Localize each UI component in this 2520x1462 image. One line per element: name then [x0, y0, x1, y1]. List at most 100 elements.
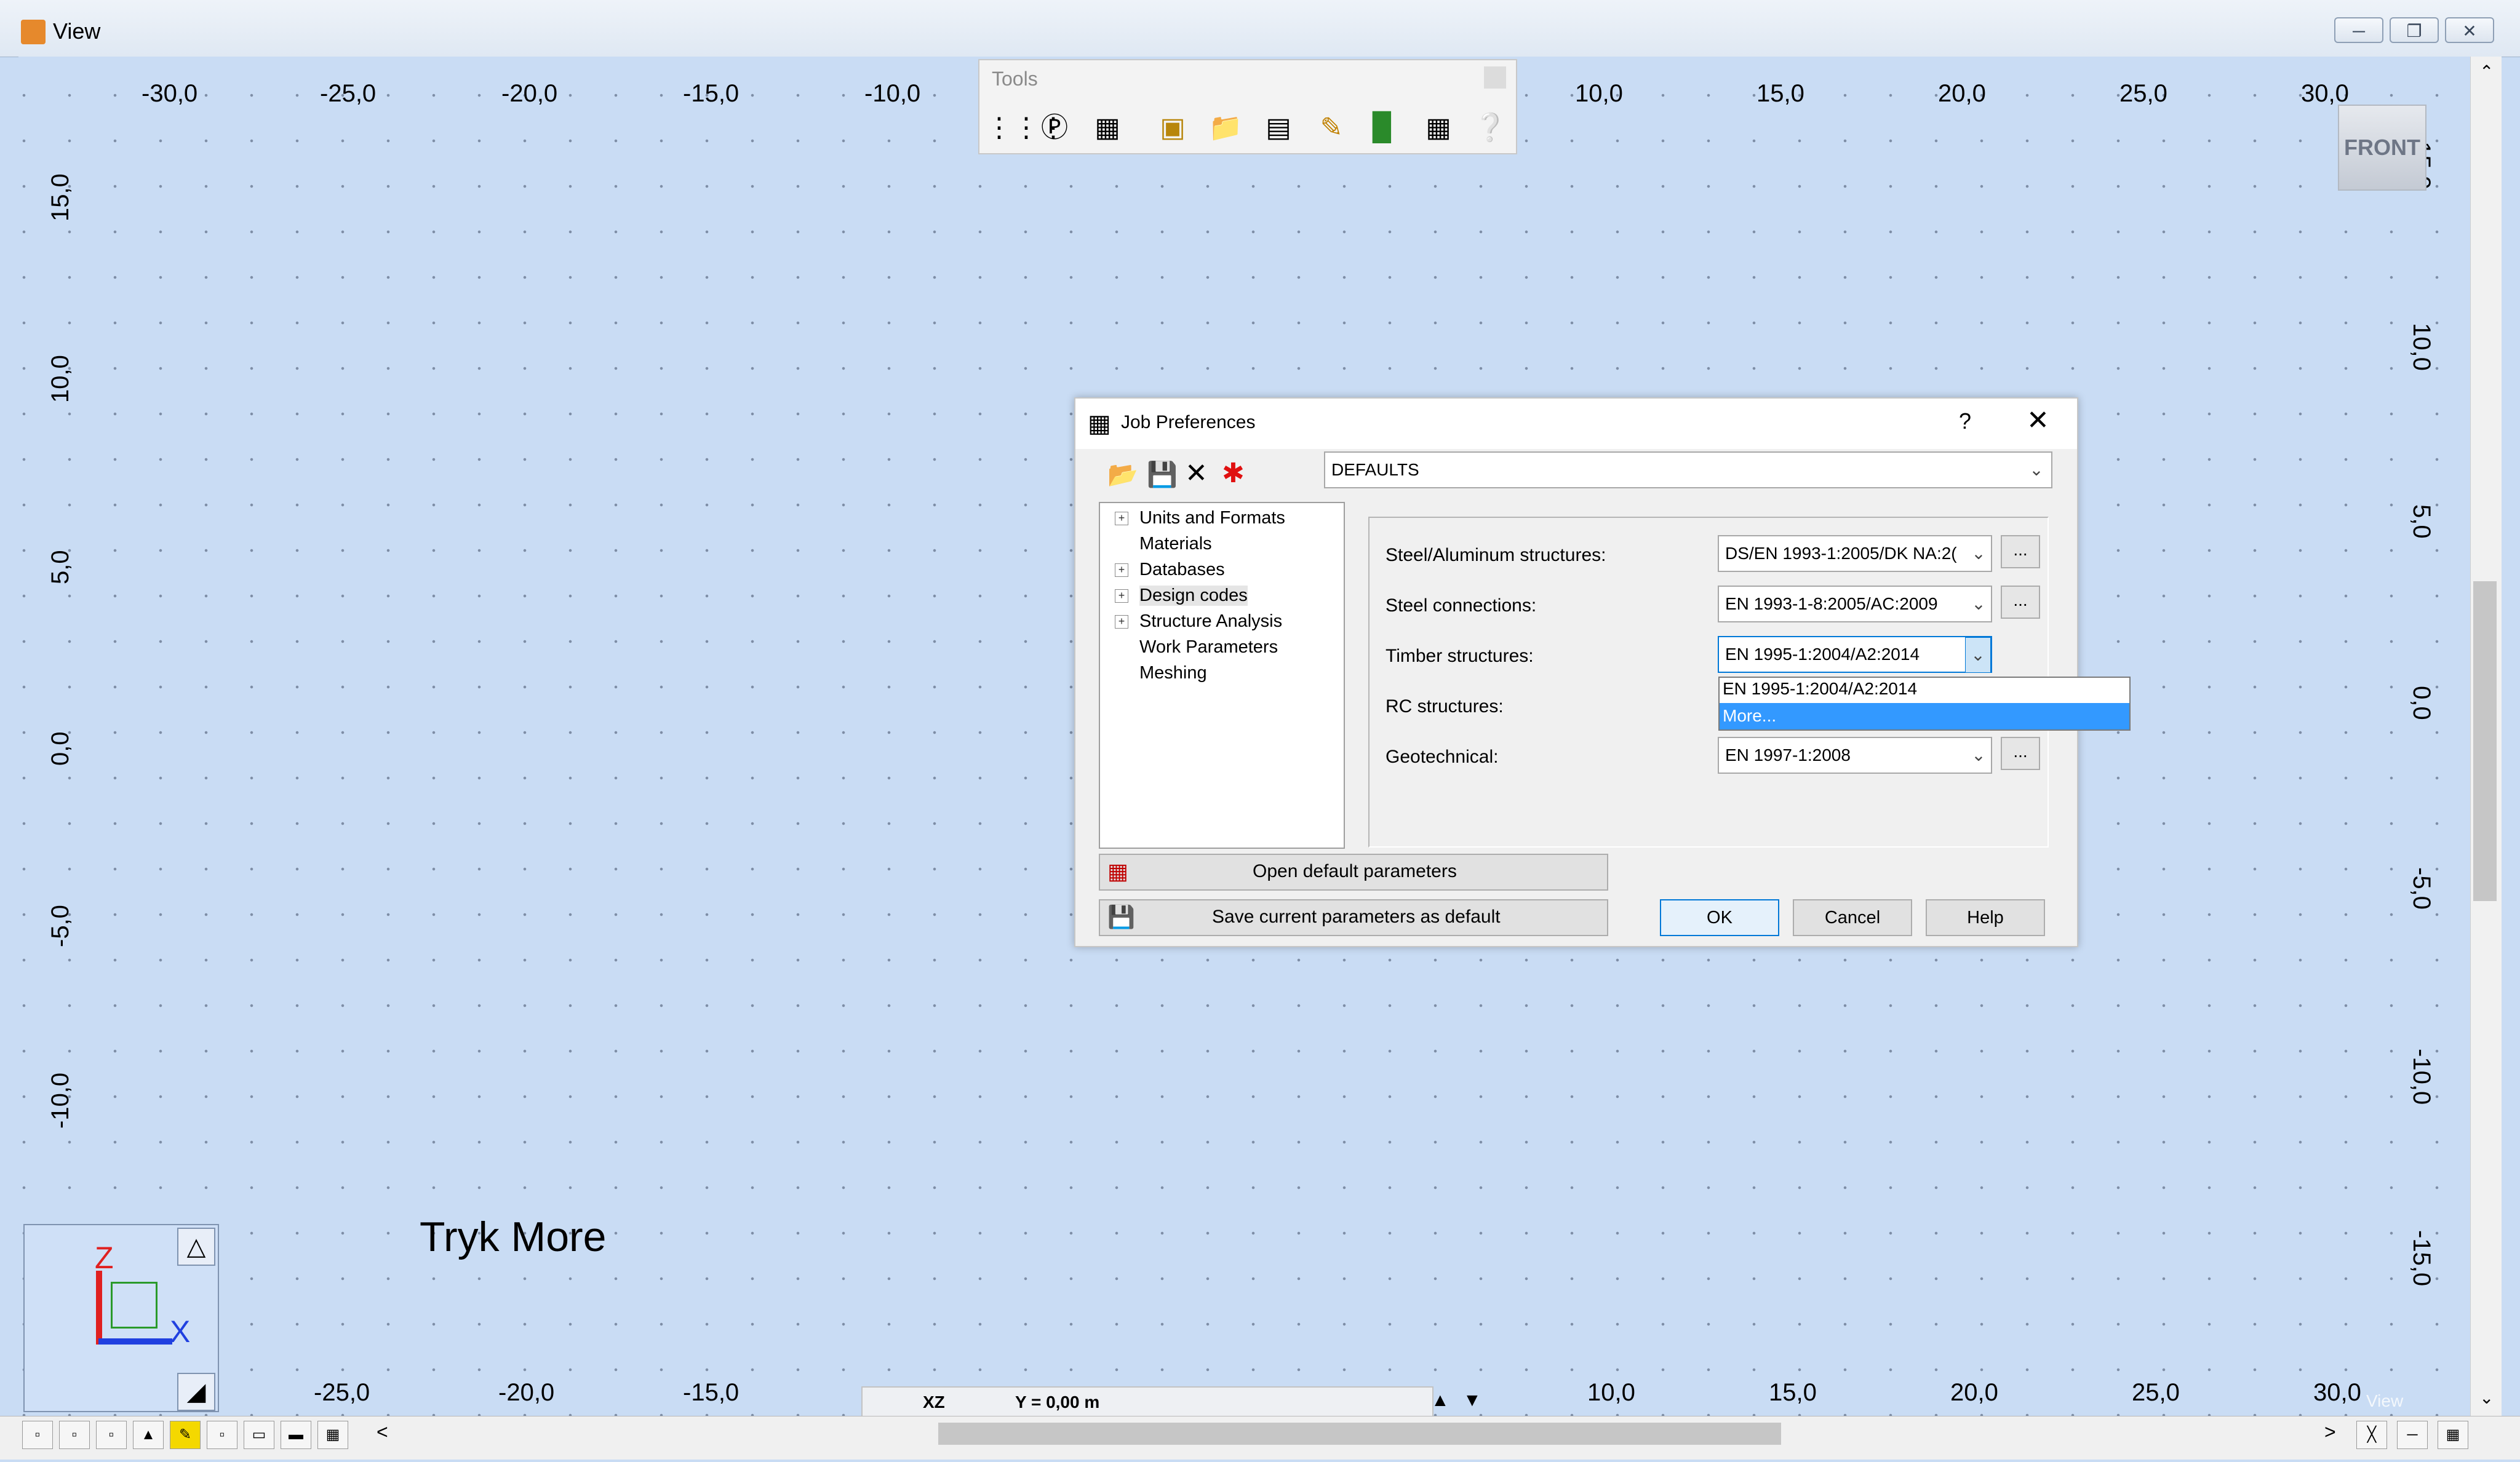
tree-item-structure-analysis[interactable]: Structure Analysis — [1139, 611, 1282, 632]
display-icon[interactable]: ▫ — [59, 1421, 90, 1449]
display-icon[interactable]: ▲ — [133, 1421, 164, 1449]
top-tick-label: -30,0 — [142, 80, 198, 107]
display-icon[interactable]: ▭ — [244, 1421, 274, 1449]
text-edit-icon[interactable]: ▣ — [1155, 111, 1190, 145]
plane-label[interactable]: XZ — [923, 1392, 945, 1412]
geotechnical-value: EN 1997-1:2008 — [1725, 745, 1851, 765]
display-icon[interactable]: ▦ — [317, 1421, 348, 1449]
top-tick-label: -15,0 — [683, 80, 740, 107]
left-tick-label: 0,0 — [47, 731, 74, 766]
scroll-down-icon[interactable]: ⌄ — [2479, 1388, 2494, 1408]
view-cube-front[interactable]: FRONT — [2338, 105, 2426, 191]
geotechnical-select[interactable]: EN 1997-1:2008 — [1718, 737, 1992, 774]
expand-icon[interactable]: + — [1115, 589, 1128, 603]
close-button[interactable]: ✕ — [2445, 17, 2494, 43]
help-icon[interactable]: ❔ — [1473, 111, 1507, 145]
bottom-tick-label: -25,0 — [314, 1379, 370, 1406]
minimize-icon: ─ — [2353, 22, 2365, 41]
calculator-icon[interactable]: ▤ — [1261, 111, 1296, 145]
display-icon[interactable]: ▫ — [96, 1421, 127, 1449]
bar-chart-icon[interactable]: ▉ — [1366, 111, 1400, 145]
view-watermark: View — [2366, 1391, 2404, 1410]
preset-select[interactable]: DEFAULTS — [1324, 451, 2052, 488]
expand-icon[interactable]: + — [1115, 615, 1128, 629]
top-tick-label: 20,0 — [1938, 80, 1986, 107]
display-icon[interactable]: ▫ — [207, 1421, 237, 1449]
scroll-left-icon[interactable]: < — [377, 1421, 388, 1444]
save-icon[interactable]: 💾 — [1147, 460, 1178, 489]
tree-item-units-and-formats[interactable]: Units and Formats — [1139, 508, 1285, 528]
cancel-button[interactable]: Cancel — [1793, 899, 1912, 936]
triangle-view-icon[interactable]: △ — [177, 1228, 215, 1266]
dropdown-option[interactable]: EN 1995-1:2004/A2:2014 — [1723, 679, 1917, 699]
chevron-down-icon[interactable]: ⌄ — [1966, 738, 1991, 773]
geotechnical-more-button[interactable]: ... — [2001, 737, 2040, 770]
notepad-icon[interactable]: ✎ — [1314, 111, 1349, 145]
expand-icon[interactable]: + — [1115, 512, 1128, 525]
help-button[interactable]: Help — [1926, 899, 2045, 936]
axis-z-arrow — [96, 1271, 102, 1345]
tree-item-meshing[interactable]: Meshing — [1139, 663, 1207, 683]
corner-view-icon[interactable]: ◢ — [177, 1373, 215, 1411]
open-default-icon: ▦ — [1107, 859, 1129, 884]
down-arrow-icon[interactable]: ▼ — [1463, 1390, 1481, 1411]
chevron-down-icon[interactable]: ⌄ — [1966, 536, 1991, 571]
steel-connections-more-button[interactable]: ... — [2001, 586, 2040, 619]
tools-close-button[interactable] — [1484, 66, 1506, 89]
horizontal-scroll-thumb[interactable] — [938, 1423, 1781, 1445]
ok-button[interactable]: OK — [1660, 899, 1779, 936]
chevron-down-icon[interactable]: ⌄ — [2024, 453, 2049, 487]
top-tick-label: 10,0 — [1575, 80, 1623, 107]
expand-icon[interactable]: + — [1115, 563, 1128, 577]
bottom-tick-label: -20,0 — [498, 1379, 555, 1406]
grid-icon[interactable]: ⋮⋮⋮ — [986, 111, 1067, 145]
delete-icon[interactable]: ✕ — [1185, 458, 1208, 489]
frame-icon[interactable]: ▦ — [1090, 111, 1125, 145]
dropdown-option-more[interactable]: More... — [1723, 706, 1776, 726]
tree-item-design-codes[interactable]: Design codes — [1139, 586, 1248, 606]
top-tick-label: 15,0 — [1756, 80, 1804, 107]
tree-item-work-parameters[interactable]: Work Parameters — [1139, 637, 1278, 658]
display-icon[interactable]: ▦ — [2438, 1421, 2468, 1449]
vertical-scroll-thumb[interactable] — [2473, 581, 2497, 901]
chevron-down-icon[interactable]: ⌄ — [1965, 637, 1991, 673]
rc-structures-label: RC structures: — [1386, 696, 1504, 717]
steel-connections-select[interactable]: EN 1993-1-8:2005/AC:2009 — [1718, 586, 1992, 622]
reset-icon[interactable]: ✱ — [1222, 458, 1245, 489]
chevron-down-icon[interactable]: ⌄ — [1966, 587, 1991, 621]
steel-aluminum-more-button[interactable]: ... — [2001, 535, 2040, 568]
node-icon[interactable]: Ⓟ — [1037, 111, 1072, 145]
app-logo-icon — [21, 20, 46, 44]
coordinate-value: Y = 0,00 m — [1015, 1392, 1100, 1412]
preset-value: DEFAULTS — [1331, 460, 1419, 479]
save-default-icon: 💾 — [1107, 904, 1135, 929]
scroll-up-icon[interactable]: ⌃ — [2479, 62, 2494, 82]
timber-structures-select[interactable]: EN 1995-1:2004/A2:2014 — [1718, 636, 1992, 673]
open-file-icon[interactable]: 📂 — [1107, 460, 1138, 489]
minimize-button[interactable]: ─ — [2334, 17, 2383, 43]
display-icon[interactable]: ✎ — [170, 1421, 201, 1449]
scroll-right-icon[interactable]: > — [2324, 1421, 2336, 1444]
maximize-button[interactable]: ❐ — [2390, 17, 2439, 43]
folder-icon[interactable]: 📁 — [1208, 111, 1243, 145]
axis-plane-icon — [111, 1282, 158, 1329]
display-icon[interactable]: ▬ — [281, 1421, 311, 1449]
top-tick-label: -25,0 — [320, 80, 377, 107]
display-icon[interactable]: ╳ — [2356, 1421, 2387, 1449]
display-icon[interactable]: ▫ — [22, 1421, 53, 1449]
steel-aluminum-select[interactable]: DS/EN 1993-1:2005/DK NA:2( — [1718, 535, 1992, 572]
table-icon[interactable]: ▦ — [1421, 111, 1456, 145]
right-tick-label: -5,0 — [2408, 867, 2435, 910]
top-tick-label: -10,0 — [864, 80, 921, 107]
right-tick-label: -10,0 — [2408, 1049, 2435, 1105]
tree-item-materials[interactable]: Materials — [1139, 534, 1212, 554]
dropdown-option-selected[interactable] — [1720, 703, 2129, 729]
dialog-close-button[interactable]: ✕ — [2027, 405, 2049, 436]
up-arrow-icon[interactable]: ▲ — [1431, 1390, 1449, 1411]
display-icon[interactable]: ─ — [2397, 1421, 2428, 1449]
dialog-help-button[interactable]: ? — [1959, 408, 1971, 434]
left-tick-label: -10,0 — [47, 1072, 74, 1129]
tree-item-databases[interactable]: Databases — [1139, 560, 1225, 580]
maximize-icon: ❐ — [2406, 22, 2422, 41]
steel-aluminum-label: Steel/Aluminum structures: — [1386, 545, 1606, 565]
